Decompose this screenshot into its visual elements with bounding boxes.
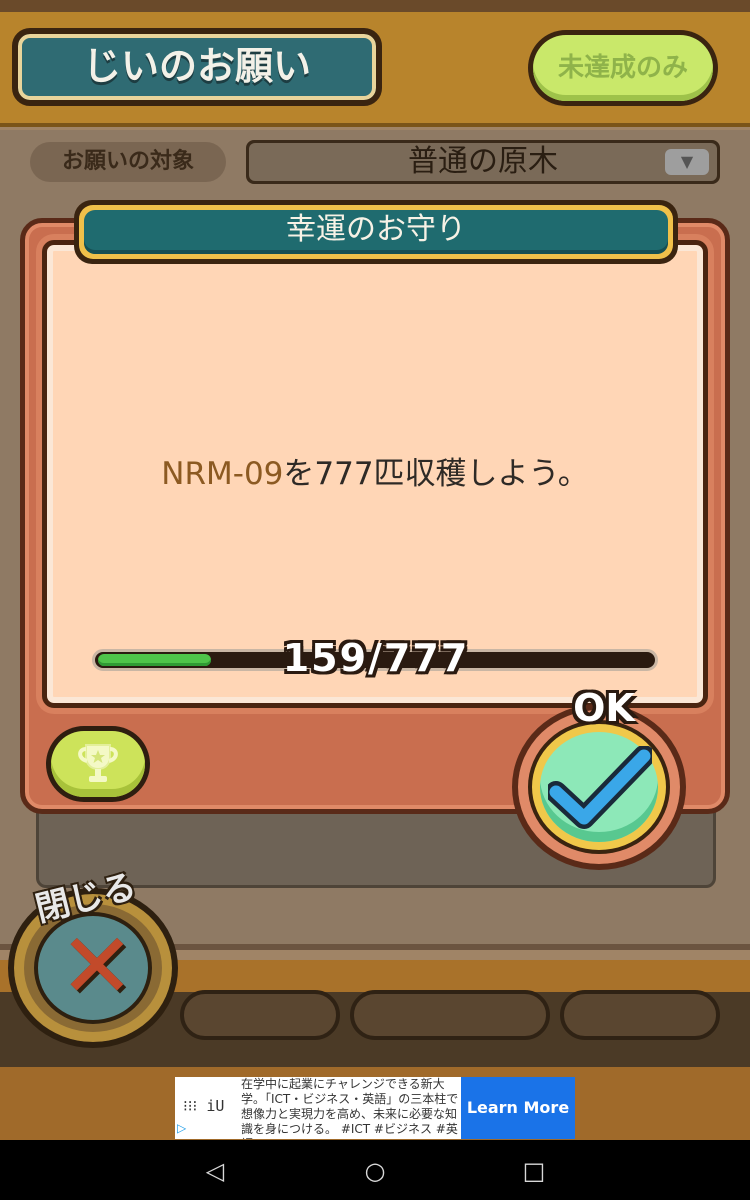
target-dropdown[interactable]: 普通の原木 ▼ [246, 140, 720, 184]
learn-more-button[interactable]: Learn More [461, 1077, 575, 1139]
top-edge [0, 0, 750, 12]
progress-fill [98, 654, 211, 666]
chevron-down-icon: ▼ [665, 149, 709, 175]
home-icon[interactable]: ○ [358, 1154, 392, 1188]
mission-description: NRM-09を777匹収穫しよう。 [60, 452, 690, 496]
mission-goal-text: を777匹収穫しよう。 [283, 456, 589, 492]
close-icon: ✕ [59, 914, 135, 1019]
ad-text: 在学中に起業にチャレンジできる新大学。「ICT・ビジネス・英語」の三本柱で想像力… [241, 1077, 459, 1139]
back-icon[interactable]: ◁ [198, 1154, 232, 1188]
close-button[interactable]: ✕ 閉じる [8, 866, 184, 1048]
ad-banner[interactable]: ⁝⁝⁝ iU 在学中に起業にチャレンジできる新大学。「ICT・ビジネス・英語」の… [175, 1077, 575, 1139]
trophy-icon [78, 744, 118, 782]
mission-target-name: NRM-09 [161, 456, 284, 492]
dialog-title-frame: 幸運のお守り [74, 200, 678, 264]
incomplete-filter-label: 未達成のみ [533, 35, 713, 101]
screen-title: じいのお願い [12, 28, 382, 106]
ok-label: OK [573, 686, 635, 730]
bottom-menu-item [180, 990, 340, 1040]
dialog-title: 幸運のお守り [84, 210, 668, 254]
target-label: お願いの対象 [30, 142, 226, 182]
progress-count: 159/777 [282, 636, 470, 680]
incomplete-filter-button[interactable]: 未達成のみ [528, 30, 718, 106]
adchoices-icon[interactable]: ▷ [177, 1121, 193, 1137]
recents-icon[interactable]: □ [517, 1154, 551, 1188]
ok-button[interactable]: OK [512, 684, 688, 870]
target-value: 普通の原木 [408, 144, 558, 179]
bottom-menu-item [560, 990, 720, 1040]
bottom-menu-item [350, 990, 550, 1040]
trophy-button[interactable] [46, 726, 150, 802]
system-nav-bar: ◁ ○ □ [0, 1140, 750, 1200]
checkmark-icon [548, 746, 652, 829]
ad-logo: ⁝⁝⁝ iU [183, 1097, 225, 1115]
